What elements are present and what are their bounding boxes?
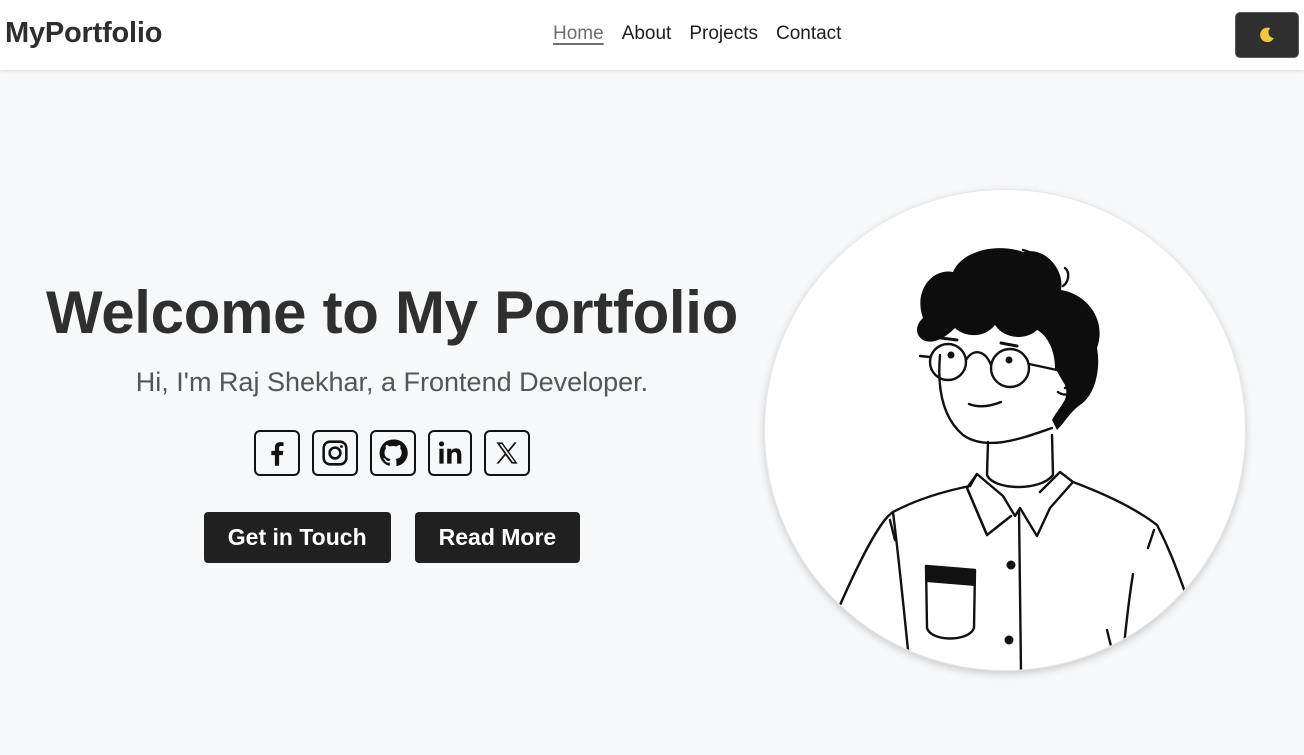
github-link[interactable] [370,430,416,476]
nav-link-projects[interactable]: Projects [689,23,758,45]
instagram-icon [322,440,348,466]
social-links [40,430,744,476]
get-in-touch-button[interactable]: Get in Touch [203,512,391,563]
read-more-button[interactable]: Read More [414,512,581,563]
linkedin-link[interactable] [428,430,472,476]
linkedin-icon [438,441,462,464]
facebook-icon [271,442,284,466]
theme-toggle-button[interactable] [1235,12,1299,58]
nav-link-contact[interactable]: Contact [776,23,841,45]
brand-logo[interactable]: MyPortfolio [5,17,162,50]
nav-links: Home About Projects Contact [553,23,841,45]
hero-title: Welcome to My Portfolio [45,279,739,346]
nav-link-home[interactable]: Home [553,23,604,45]
hero-section: Welcome to My Portfolio Hi, I'm Raj Shek… [40,278,744,563]
moon-icon [1260,27,1274,43]
x-icon [496,442,518,464]
nav-link-about[interactable]: About [622,23,672,45]
profile-avatar [764,189,1246,671]
navbar: MyPortfolio Home About Projects Contact [0,0,1304,70]
facebook-link[interactable] [254,430,300,476]
instagram-link[interactable] [312,430,358,476]
developer-illustration [838,248,1187,670]
cta-row: Get in Touch Read More [40,512,744,563]
hero-subtitle: Hi, I'm Raj Shekhar, a Frontend Develope… [135,367,649,397]
x-link[interactable] [484,430,530,476]
github-icon [379,439,408,467]
